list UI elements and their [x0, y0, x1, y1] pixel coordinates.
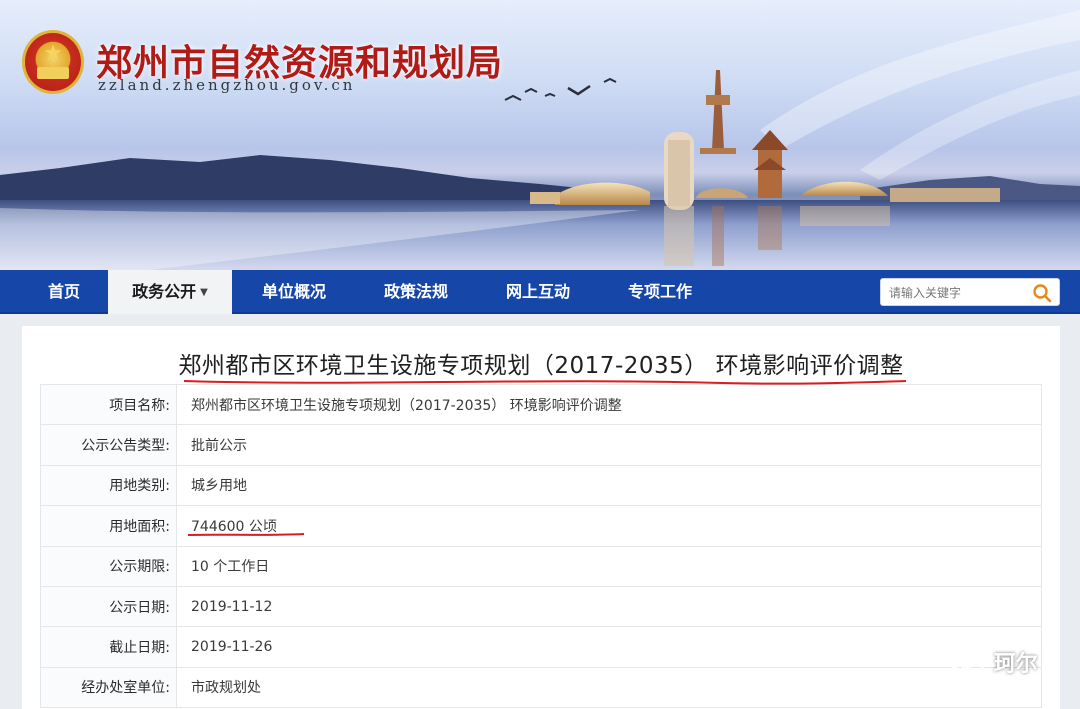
search-icon[interactable]	[1031, 282, 1053, 304]
project-name-value: 郑州都市区环境卫生设施专项规划（2017-2035） 环境影响评价调整	[176, 383, 1042, 426]
nav-home[interactable]: 首页	[20, 270, 108, 314]
national-emblem-icon: ★	[22, 30, 84, 94]
search-box	[880, 278, 1060, 306]
header-banner: ★ 郑州市自然资源和规划局 zzland.zhengzhou.gov.cn	[0, 0, 1080, 270]
notice-date-label: 公示日期:	[40, 585, 177, 628]
search-input[interactable]	[889, 283, 1029, 303]
page-title: 郑州都市区环境卫生设施专项规划（2017-2035） 环境影响评价调整	[178, 353, 904, 379]
nav-special-work-label: 专项工作	[627, 282, 692, 301]
notice-date-value: 2019-11-12	[176, 585, 1042, 628]
handling-office-label: 经办处室单位:	[40, 666, 177, 709]
table-row: 用地面积: 744600 公顷	[40, 505, 1042, 547]
notice-period-value: 10 个工作日	[176, 545, 1042, 587]
table-row: 公示公告类型: 批前公示	[40, 424, 1042, 466]
nav-home-label: 首页	[47, 282, 80, 301]
wechat-watermark: 珂尔	[946, 646, 1038, 678]
nav-special-work[interactable]: 专项工作	[606, 270, 714, 314]
table-row: 公示日期: 2019-11-12	[40, 585, 1042, 628]
nav-unit-overview-label: 单位概况	[261, 282, 326, 301]
notice-period-label: 公示期限:	[40, 545, 177, 587]
nav-policies-regulations-label: 政策法规	[383, 282, 448, 301]
land-category-value: 城乡用地	[176, 464, 1042, 507]
notice-type-value: 批前公示	[176, 424, 1042, 466]
land-area-value: 744600 公顷	[176, 505, 1042, 547]
handling-office-value: 市政规划处	[176, 666, 1042, 709]
nav-policies-regulations[interactable]: 政策法规	[362, 270, 470, 314]
table-row: 用地类别: 城乡用地	[40, 464, 1042, 507]
wechat-icon	[946, 647, 985, 676]
land-category-label: 用地类别:	[40, 464, 177, 507]
land-area-label: 用地面积:	[40, 505, 177, 547]
notice-card: 郑州都市区环境卫生设施专项规划（2017-2035） 环境影响评价调整 项目名称…	[22, 326, 1060, 709]
deadline-date-label: 截止日期:	[40, 626, 177, 668]
project-name-label: 项目名称:	[40, 383, 177, 426]
watermark-text: 珂尔	[993, 652, 1038, 677]
nav-unit-overview[interactable]: 单位概况	[240, 270, 348, 314]
main-nav: 首页 政务公开 ▼ 单位概况 政策法规 网上互动 专项工作	[0, 270, 1080, 314]
nav-online-interaction-label: 网上互动	[505, 282, 570, 301]
table-row: 经办处室单位: 市政规划处	[40, 666, 1042, 709]
table-row: 截止日期: 2019-11-26	[40, 626, 1042, 668]
table-row: 项目名称: 郑州都市区环境卫生设施专项规划（2017-2035） 环境影响评价调…	[40, 383, 1042, 426]
site-url: zzland.zhengzhou.gov.cn	[98, 76, 356, 94]
notice-info-table: 项目名称: 郑州都市区环境卫生设施专项规划（2017-2035） 环境影响评价调…	[40, 383, 1042, 709]
deadline-date-value: 2019-11-26	[176, 626, 1042, 668]
nav-government-affairs[interactable]: 政务公开 ▼	[108, 270, 232, 314]
caret-down-icon: ▼	[200, 286, 208, 298]
table-row: 公示期限: 10 个工作日	[40, 545, 1042, 587]
nav-online-interaction[interactable]: 网上互动	[484, 270, 592, 314]
nav-government-affairs-label: 政务公开	[132, 282, 197, 301]
notice-type-label: 公示公告类型:	[40, 424, 177, 466]
